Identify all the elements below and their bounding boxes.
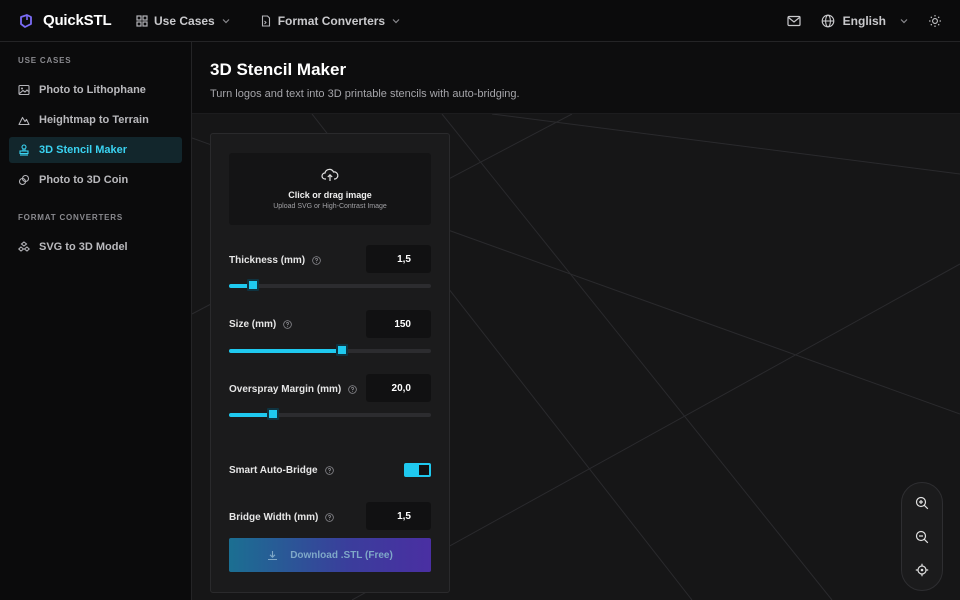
- help-circle-icon[interactable]: [283, 320, 293, 329]
- image-upload-dropzone[interactable]: Click or drag image Upload SVG or High-C…: [229, 153, 431, 225]
- download-label: Download .STL (Free): [290, 549, 393, 561]
- sidebar-item-svg-to-3d-model[interactable]: SVG to 3D Model: [9, 234, 182, 260]
- sidebar-section-format-converters: FORMAT CONVERTERS: [18, 213, 124, 222]
- sidebar-item-label: SVG to 3D Model: [39, 241, 128, 253]
- overspray-margin-input[interactable]: 20,0: [366, 374, 431, 402]
- toggle-knob: [418, 464, 430, 476]
- viewport-zoom-controls: [901, 482, 943, 591]
- help-circle-icon[interactable]: [324, 466, 334, 475]
- recenter-icon[interactable]: [915, 563, 929, 577]
- help-circle-icon[interactable]: [348, 385, 358, 394]
- zoom-out-icon[interactable]: [915, 530, 929, 544]
- nav-use-cases[interactable]: Use Cases: [136, 14, 230, 28]
- bridge-width-label: Bridge Width (mm): [229, 512, 335, 523]
- size-label: Size (mm): [229, 319, 293, 330]
- sidebar-item-label: Heightmap to Terrain: [39, 114, 149, 126]
- cloud-upload-icon: [321, 168, 339, 181]
- coins-icon: [18, 174, 30, 186]
- top-bar: QuickSTL Use Cases Format Converters Eng…: [0, 0, 960, 42]
- sidebar-section-use-cases: USE CASES: [18, 56, 72, 65]
- stamp-icon: [19, 144, 29, 156]
- sidebar-item-label: Photo to Lithophane: [39, 84, 146, 96]
- brand-logo[interactable]: QuickSTL: [18, 12, 130, 29]
- page-header: 3D Stencil Maker Turn logos and text int…: [192, 42, 960, 114]
- page-title: 3D Stencil Maker: [210, 60, 347, 79]
- slider-thumb[interactable]: [267, 408, 280, 420]
- upload-subtitle: Upload SVG or High-Contrast Image: [273, 203, 387, 210]
- sun-icon[interactable]: [928, 14, 942, 28]
- chevron-down-icon: [392, 18, 400, 23]
- slider-fill: [229, 349, 343, 353]
- bridge-width-input[interactable]: 1,5: [366, 502, 431, 530]
- language-selector[interactable]: English: [821, 14, 908, 28]
- mountain-icon: [18, 116, 30, 126]
- mail-icon[interactable]: [787, 14, 801, 28]
- shapes-icon: [18, 241, 30, 252]
- size-input[interactable]: 150: [366, 310, 431, 338]
- auto-bridge-toggle[interactable]: [404, 463, 431, 477]
- thickness-label-text: Thickness (mm): [229, 255, 306, 266]
- upload-title: Click or drag image: [288, 190, 372, 200]
- file-icon: [261, 14, 270, 27]
- overspray-label-text: Overspray Margin (mm): [229, 384, 342, 395]
- chevron-down-icon: [900, 18, 908, 23]
- slider-thumb[interactable]: [336, 344, 349, 356]
- sidebar-item-label: 3D Stencil Maker: [39, 144, 128, 156]
- settings-panel: Click or drag image Upload SVG or High-C…: [210, 133, 450, 593]
- grid-icon: [136, 14, 148, 27]
- zoom-in-icon[interactable]: [915, 496, 929, 510]
- image-icon: [18, 84, 30, 96]
- sidebar-item-heightmap-to-terrain[interactable]: Heightmap to Terrain: [9, 107, 182, 133]
- page-subtitle: Turn logos and text into 3D printable st…: [210, 88, 520, 100]
- sidebar-item-3d-stencil-maker[interactable]: 3D Stencil Maker: [9, 137, 182, 163]
- help-circle-icon[interactable]: [312, 256, 321, 265]
- sidebar-item-photo-to-3d-coin[interactable]: Photo to 3D Coin: [9, 167, 182, 193]
- download-icon: [268, 550, 278, 560]
- nav-format-converters[interactable]: Format Converters: [260, 14, 400, 28]
- download-stl-button[interactable]: Download .STL (Free): [229, 538, 431, 572]
- auto-bridge-label-text: Smart Auto-Bridge: [229, 465, 318, 476]
- sidebar-item-photo-to-lithophane[interactable]: Photo to Lithophane: [9, 77, 182, 103]
- overspray-margin-slider[interactable]: [229, 408, 431, 420]
- auto-bridge-label: Smart Auto-Bridge: [229, 465, 334, 476]
- thickness-input[interactable]: 1,5: [366, 245, 431, 273]
- size-slider[interactable]: [229, 344, 431, 356]
- help-circle-icon[interactable]: [325, 513, 335, 522]
- overspray-margin-label: Overspray Margin (mm): [229, 384, 358, 395]
- thickness-slider[interactable]: [229, 279, 431, 291]
- nav-format-converters-label: Format Converters: [277, 13, 386, 28]
- brand-name: QuickSTL: [43, 12, 112, 29]
- size-label-text: Size (mm): [229, 319, 277, 330]
- thickness-label: Thickness (mm): [229, 255, 321, 266]
- main-area: 3D Stencil Maker Turn logos and text int…: [192, 42, 960, 600]
- sidebar: USE CASES Photo to Lithophane Heightmap …: [0, 42, 192, 600]
- cube-logo-icon: [20, 13, 32, 28]
- language-label: English: [842, 13, 886, 28]
- bridge-width-label-text: Bridge Width (mm): [229, 512, 319, 523]
- chevron-down-icon: [222, 18, 230, 23]
- nav-use-cases-label: Use Cases: [154, 13, 215, 28]
- sidebar-item-label: Photo to 3D Coin: [39, 174, 129, 186]
- slider-thumb[interactable]: [247, 279, 260, 291]
- 3d-viewport[interactable]: Click or drag image Upload SVG or High-C…: [192, 114, 960, 600]
- globe-icon: [821, 14, 835, 27]
